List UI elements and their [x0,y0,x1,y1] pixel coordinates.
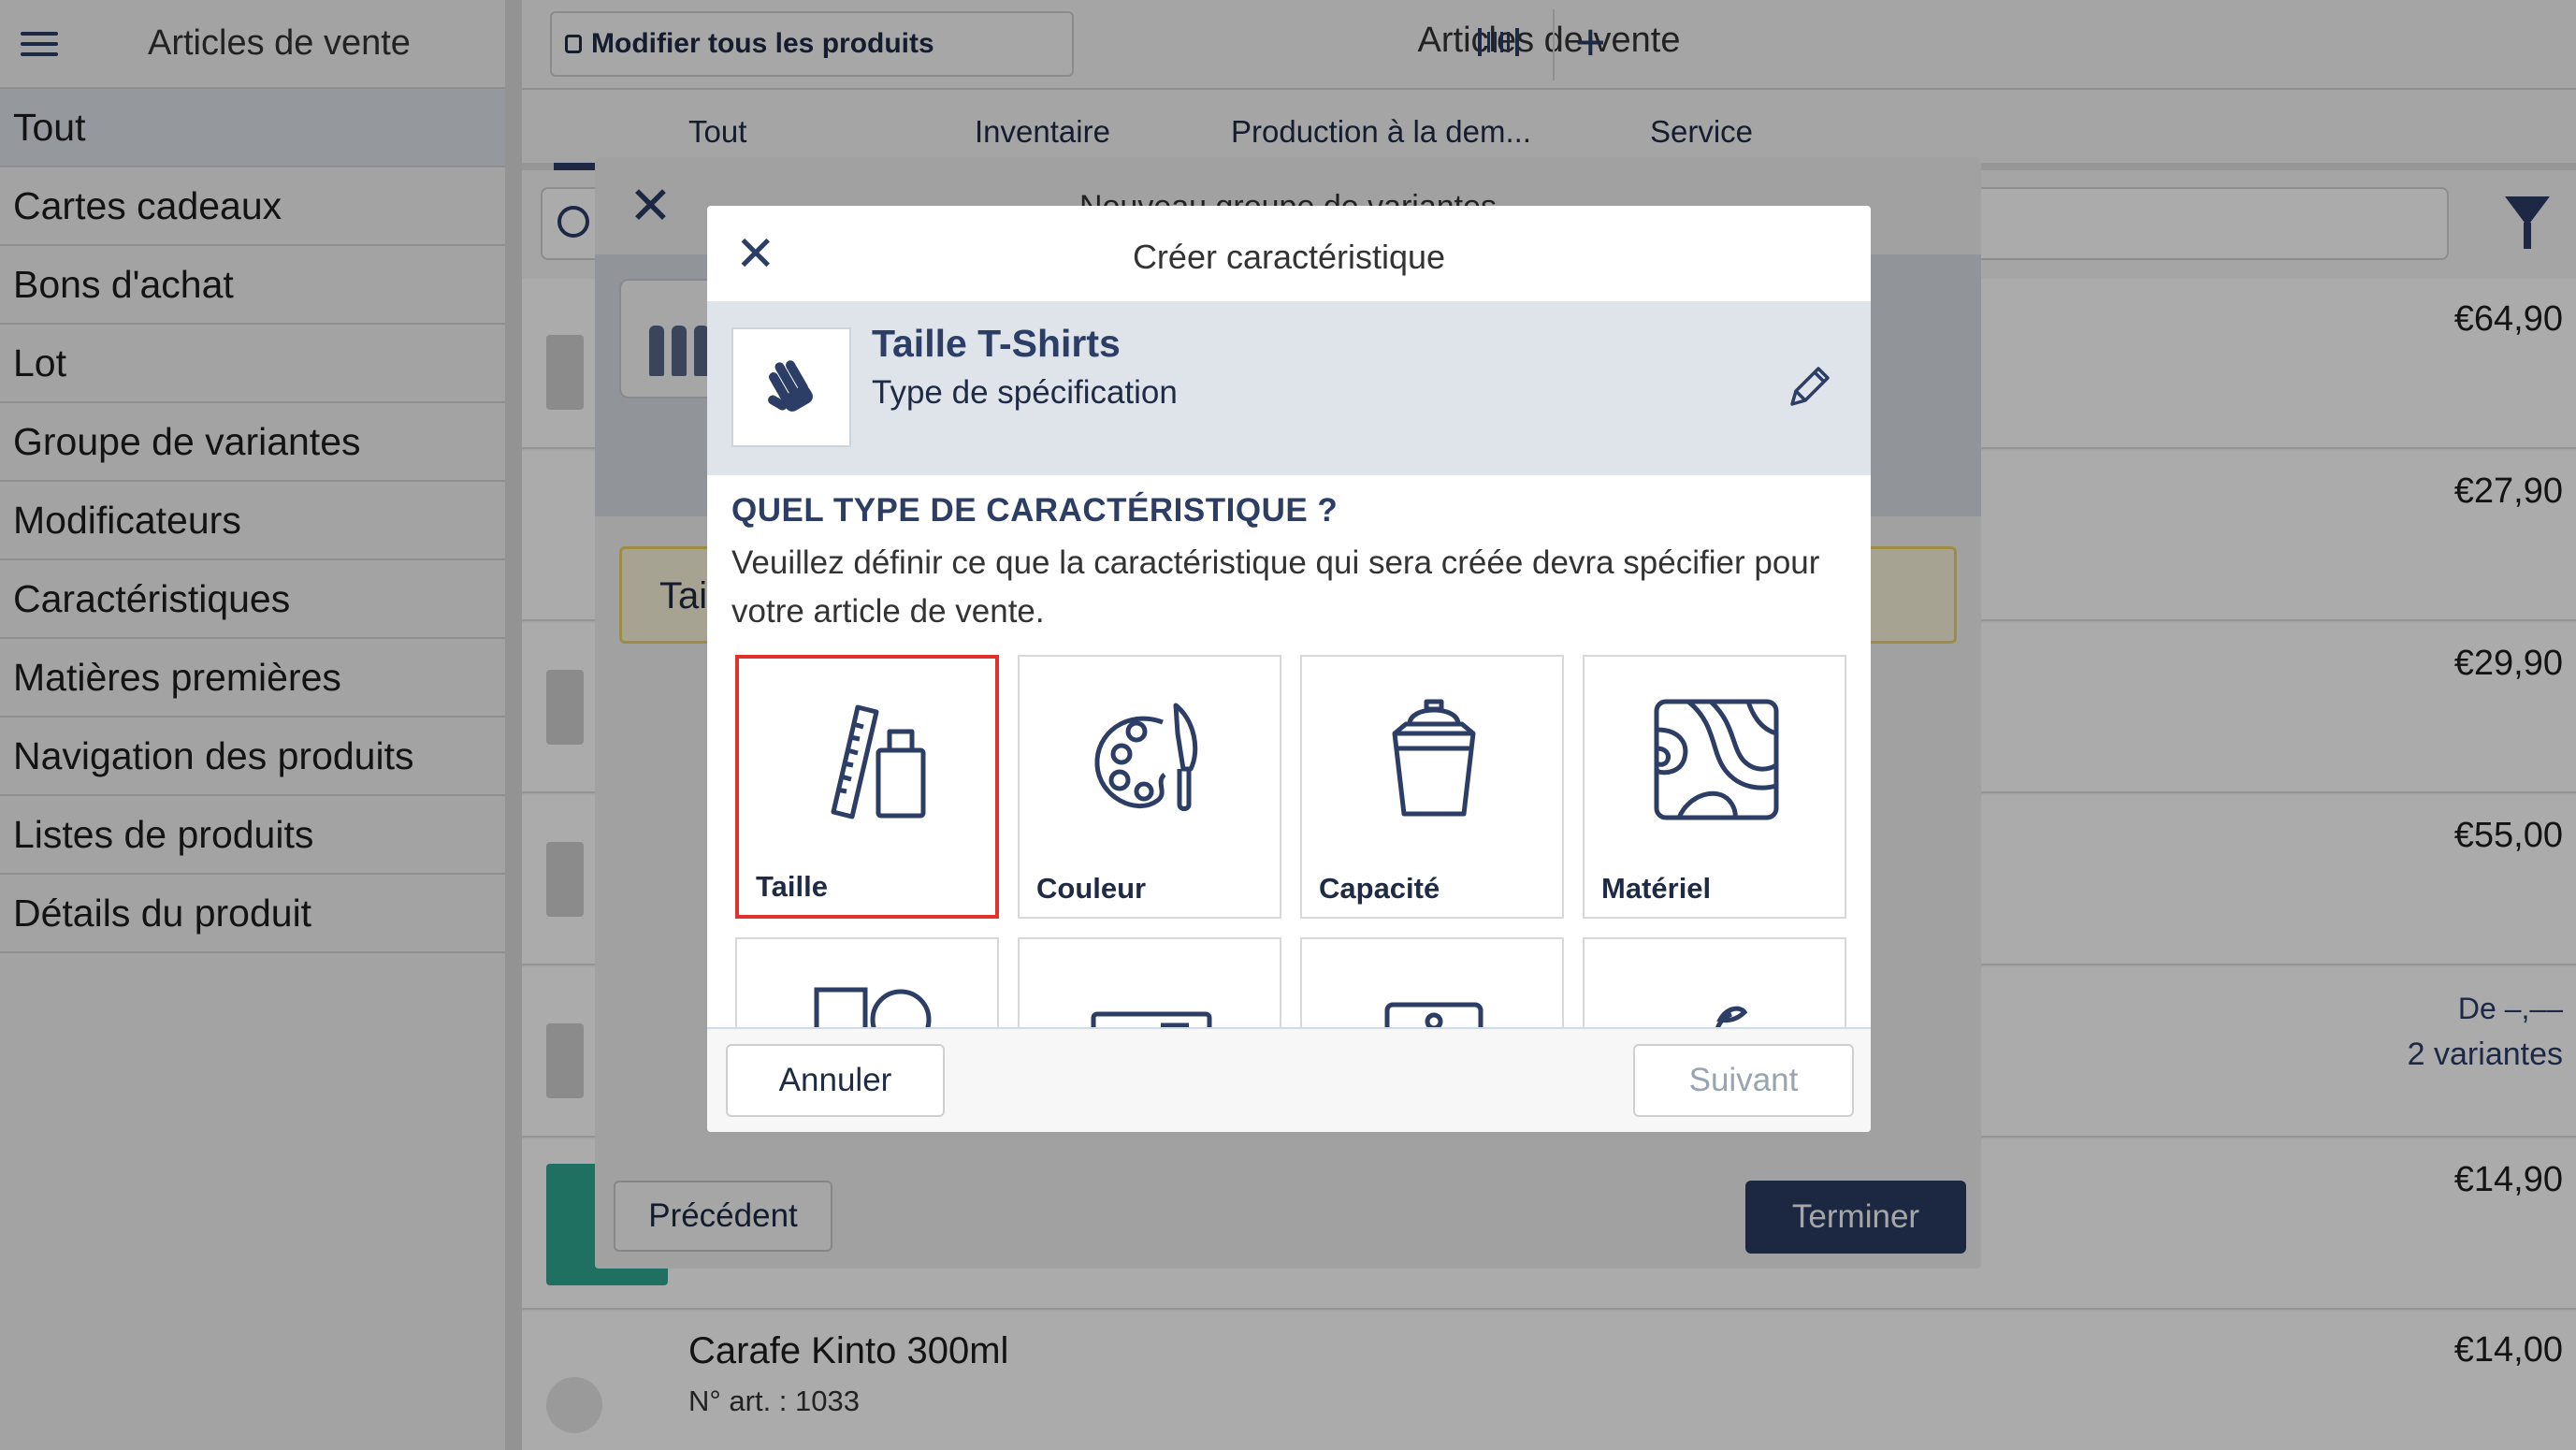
option-color[interactable]: Couleur [1018,655,1281,919]
question-heading: QUEL TYPE DE CARACTÉRISTIQUE ? [731,492,1339,529]
option-material[interactable]: Matériel [1583,655,1846,919]
dialog-header: ✕ Créer caractéristique [707,206,1871,303]
characteristic-type-grid: Taille Couleur Capacité Matériel [735,655,1848,1044]
next-button[interactable]: Suivant [1633,1044,1854,1117]
palette-icon [1094,703,1198,811]
hand-icon [768,360,813,412]
create-characteristic-dialog: ✕ Créer caractéristique Taille T-Shirts … [707,206,1871,1132]
pencil-icon[interactable] [1781,359,1837,415]
specification-type: Type de spécification [872,374,1178,411]
wood-grain-icon [1654,699,1779,820]
option-label: Capacité [1319,872,1440,905]
question-description: Veuillez définir ce que la caractéristiq… [731,544,1820,630]
specification-icon-box [731,327,851,447]
ruler-bottle-icon [831,704,926,819]
option-label: Taille [756,870,828,903]
bucket-icon [1392,699,1476,817]
specification-summary: Taille T-Shirts Type de spécification [707,303,1871,475]
specification-name: Taille T-Shirts [872,322,1121,365]
dialog-footer: Annuler Suivant [707,1027,1871,1132]
dialog-title: Créer caractéristique [1132,238,1446,276]
option-label: Couleur [1036,872,1147,905]
option-label: Matériel [1601,872,1712,905]
option-size[interactable]: Taille [735,655,999,919]
option-capacity[interactable]: Capacité [1300,655,1564,919]
cancel-button[interactable]: Annuler [726,1044,945,1117]
